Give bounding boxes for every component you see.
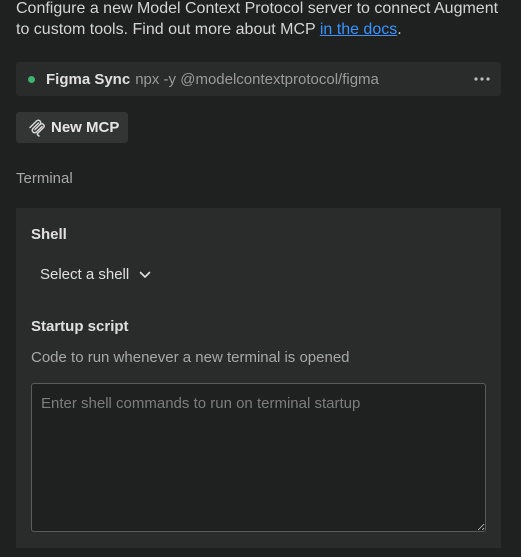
status-indicator-icon xyxy=(28,75,35,83)
startup-script-heading: Startup script xyxy=(31,318,129,335)
server-command: npx -y @modelcontextprotocol/figma xyxy=(135,70,379,88)
mcp-icon xyxy=(29,119,45,137)
mcp-server-item[interactable]: Figma Sync npx -y @modelcontextprotocol/… xyxy=(16,62,501,96)
shell-select[interactable]: Select a shell xyxy=(40,266,151,283)
server-name: Figma Sync xyxy=(46,70,131,88)
startup-script-description: Code to run whenever a new terminal is o… xyxy=(31,349,350,366)
mcp-intro-text: Configure a new Model Context Protocol s… xyxy=(16,0,506,40)
new-mcp-label: New MCP xyxy=(51,119,120,136)
chevron-down-icon xyxy=(139,271,151,279)
intro-trailing: . xyxy=(397,21,402,38)
shell-heading: Shell xyxy=(31,226,67,243)
terminal-settings-panel: Shell Select a shell Startup script Code… xyxy=(16,208,501,548)
shell-select-value: Select a shell xyxy=(40,266,130,283)
ellipsis-icon xyxy=(474,77,490,81)
more-options-button[interactable] xyxy=(471,68,493,90)
terminal-section-label: Terminal xyxy=(16,170,73,187)
settings-page: Configure a new Model Context Protocol s… xyxy=(0,0,521,557)
new-mcp-button[interactable]: New MCP xyxy=(16,112,128,143)
intro-text: Configure a new Model Context Protocol s… xyxy=(16,0,499,38)
startup-script-input[interactable] xyxy=(31,383,486,532)
docs-link[interactable]: in the docs xyxy=(320,21,397,38)
